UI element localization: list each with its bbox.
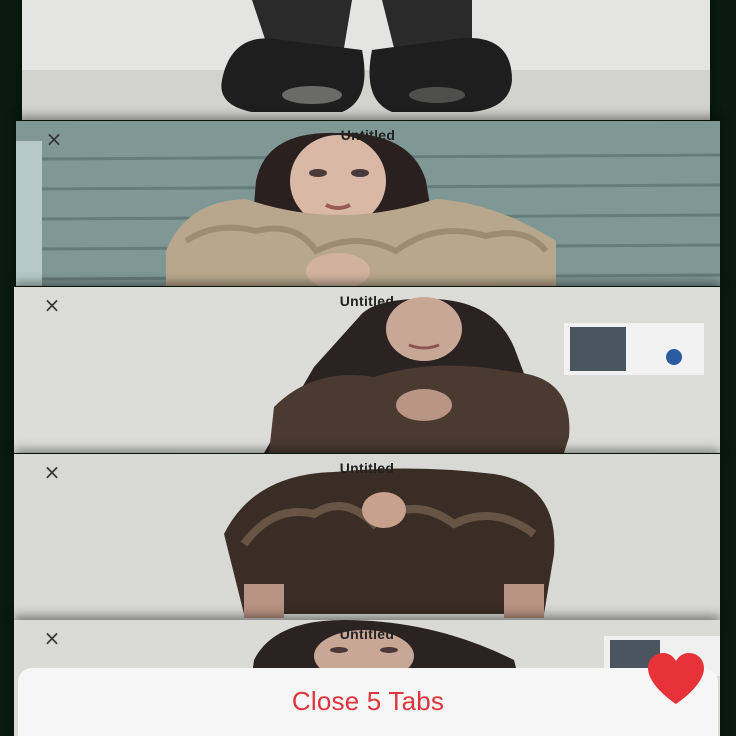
tab-card[interactable]: × Untitled [14, 287, 720, 453]
tab-thumbnail [14, 454, 720, 620]
tab-thumbnail [14, 287, 720, 453]
tab-title: Untitled [340, 127, 396, 143]
close-tabs-button[interactable]: Close 5 Tabs [18, 668, 718, 736]
tab-thumbnail [16, 121, 720, 286]
tab-card[interactable]: × Untitled [14, 454, 720, 620]
tab-card[interactable]: × Untitled [16, 121, 720, 286]
heart-icon[interactable] [646, 652, 706, 706]
tab-card[interactable] [22, 0, 710, 120]
tab-switcher-screen: × Untitled × Untitled × Untitled × Untit… [0, 0, 736, 736]
tab-title: Untitled [339, 626, 395, 642]
close-tabs-label: Close 5 Tabs [291, 685, 445, 716]
tab-title: Untitled [339, 460, 395, 476]
tab-title: Untitled [339, 293, 395, 309]
tab-thumbnail [22, 0, 710, 120]
